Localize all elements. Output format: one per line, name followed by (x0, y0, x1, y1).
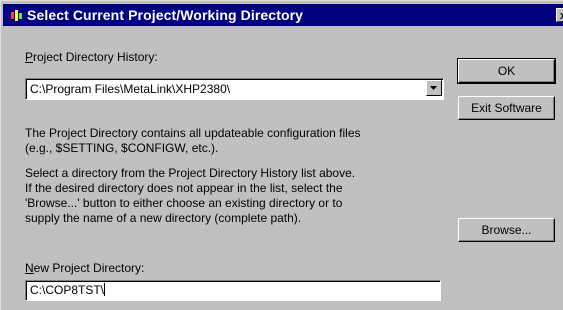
history-label: Project Directory History: (25, 50, 158, 64)
history-label-text: roject Directory History: (33, 50, 158, 64)
app-icon (10, 9, 23, 22)
history-dropdown-button[interactable] (426, 80, 442, 96)
ok-button[interactable]: OK (457, 58, 556, 84)
description-line: If the desired directory does not appear… (25, 181, 343, 195)
history-label-accel: P (25, 50, 34, 64)
dialog-window: Select Current Project/Working Directory… (0, 0, 563, 310)
description-paragraph-1: The Project Directory contains all updat… (25, 126, 361, 156)
new-directory-label: New Project Directory: (25, 261, 144, 275)
title-bar[interactable]: Select Current Project/Working Directory… (3, 4, 563, 26)
description-line: The Project Directory contains all updat… (25, 126, 361, 140)
history-dropdown[interactable]: C:\Program Files\MetaLink\XHP2380\ (25, 78, 444, 100)
history-selected-value: C:\Program Files\MetaLink\XHP2380\ (30, 82, 231, 96)
new-directory-label-accel: N (25, 261, 34, 275)
window-title: Select Current Project/Working Directory (27, 7, 304, 23)
new-directory-label-text: ew Project Directory: (33, 261, 145, 275)
new-directory-text: C:\COP8TST\ (30, 283, 105, 297)
new-directory-value: C:\COP8TST\ (30, 283, 106, 297)
text-caret (104, 283, 106, 296)
browse-button[interactable]: Browse... (458, 218, 555, 242)
exit-software-button[interactable]: Exit Software (458, 96, 555, 120)
description-line: 'Browse...' button to either choose an e… (25, 196, 343, 210)
description-line: (e.g., $SETTING, $CONFIGW, etc.). (25, 141, 219, 155)
chevron-down-icon (430, 86, 437, 90)
description-paragraph-2: Select a directory from the Project Dire… (25, 166, 355, 226)
close-icon[interactable]: x (556, 8, 563, 22)
description-line: Select a directory from the Project Dire… (25, 166, 356, 180)
description-line: supply the name of a new directory (comp… (25, 211, 302, 225)
new-directory-input[interactable]: C:\COP8TST\ (25, 280, 441, 301)
